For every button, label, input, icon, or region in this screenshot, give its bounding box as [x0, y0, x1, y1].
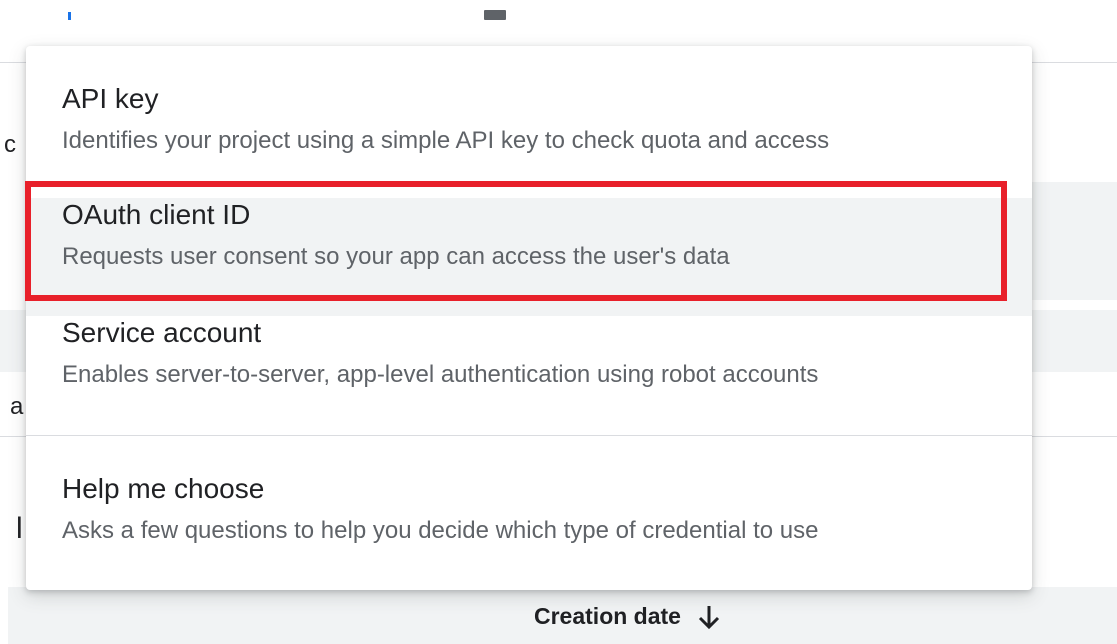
menu-item-title: Service account — [62, 317, 262, 348]
arrow-down-icon — [697, 604, 721, 630]
menu-item-title: OAuth client ID — [62, 199, 251, 230]
menu-item-title: API key — [62, 83, 159, 114]
menu-item-service-account[interactable]: Service account Enables server-to-server… — [26, 316, 1032, 436]
background-text-fragment: c — [4, 131, 16, 158]
credentials-page: c a l Creation date API key Identifies y… — [0, 0, 1117, 644]
menu-item-oauth-client-id[interactable]: OAuth client ID Requests user consent so… — [26, 198, 1032, 316]
menu-divider — [26, 435, 1032, 436]
menu-item-description: Asks a few questions to help you decide … — [62, 517, 819, 544]
toolbar-icon — [484, 10, 506, 20]
tab-indicator — [68, 12, 71, 20]
menu-item-description: Identifies your project using a simple A… — [62, 127, 830, 154]
background-text-fragment: l — [16, 512, 23, 545]
menu-item-description: Requests user consent so your app can ac… — [62, 243, 730, 270]
menu-item-title: Help me choose — [62, 473, 265, 504]
menu-item-description: Enables server-to-server, app-level auth… — [62, 361, 819, 388]
sort-header-label: Creation date — [534, 603, 681, 629]
background-text-fragment: a — [10, 393, 24, 420]
create-credentials-menu: API key Identifies your project using a … — [26, 46, 1032, 590]
creation-date-sort-header[interactable]: Creation date — [534, 603, 721, 630]
menu-item-help-me-choose[interactable]: Help me choose Asks a few questions to h… — [26, 472, 1032, 590]
menu-item-api-key[interactable]: API key Identifies your project using a … — [26, 82, 1032, 200]
